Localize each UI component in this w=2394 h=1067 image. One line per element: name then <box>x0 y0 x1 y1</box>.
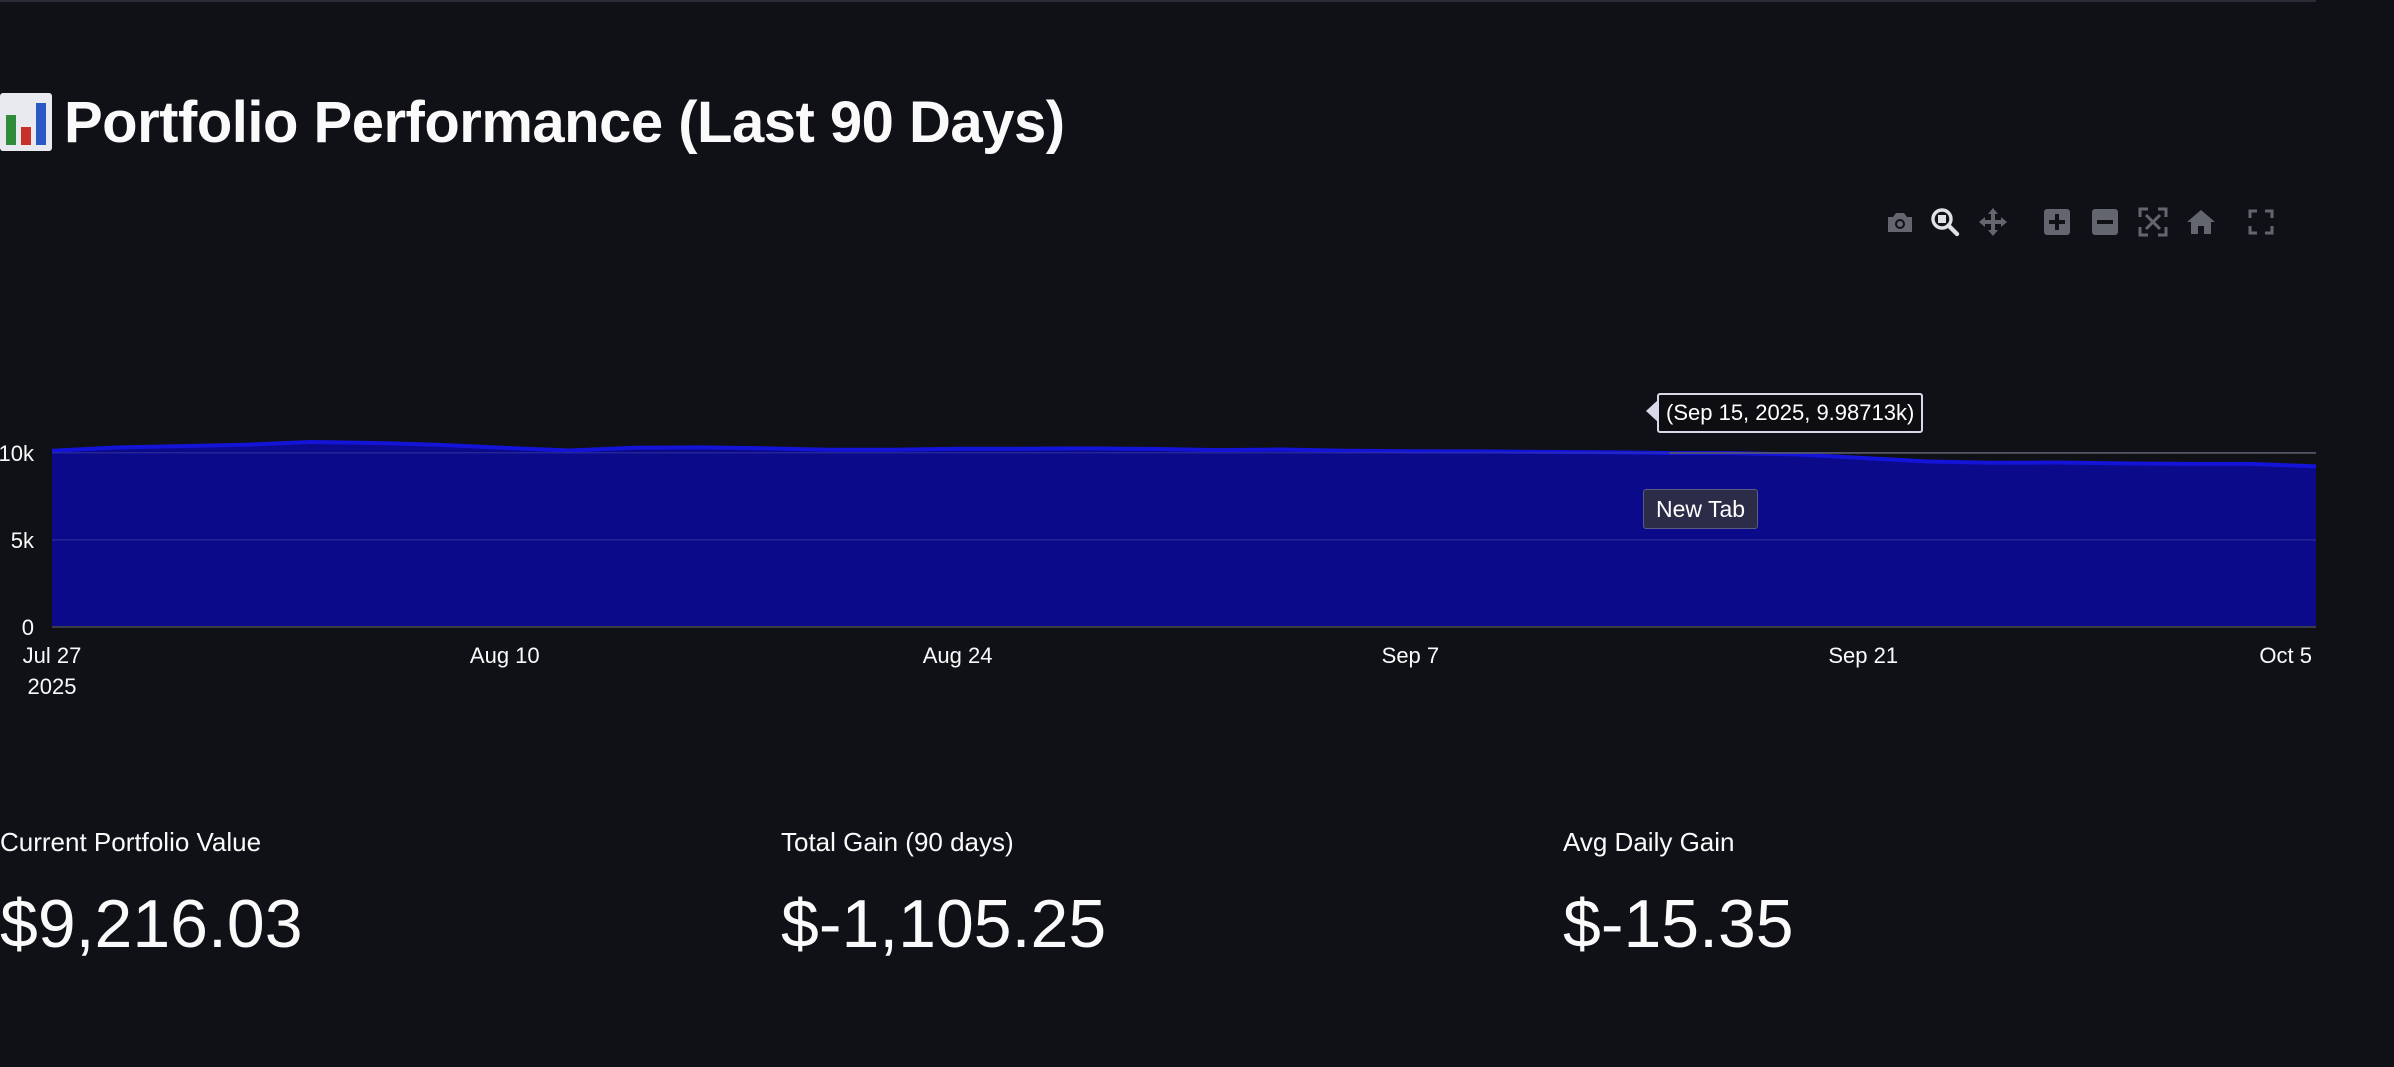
metric-label: Current Portfolio Value <box>0 827 262 857</box>
metric-value: $-1,105.25 <box>781 886 1107 962</box>
hover-tooltip: (Sep 15, 2025, 9.98713k) <box>1657 393 1924 433</box>
y-tick-label: 0 <box>22 615 34 640</box>
chart-modebar <box>1880 200 2300 244</box>
page-title-text: Portfolio Performance (Last 90 Days) <box>64 89 1065 155</box>
camera-icon[interactable] <box>1880 200 1920 244</box>
metric-value: $-15.35 <box>1563 886 1794 962</box>
area-fill <box>52 442 2316 627</box>
pan-icon[interactable] <box>1973 200 2013 244</box>
metric-label: Total Gain (90 days) <box>781 827 1014 857</box>
x-tick-label: Jul 27 <box>23 643 82 668</box>
autoscale-icon[interactable] <box>2133 200 2173 244</box>
x-tick-sublabel: 2025 <box>28 674 77 699</box>
zoom-out-icon[interactable] <box>2085 200 2125 244</box>
x-tick-label: Oct 5 <box>2259 643 2312 668</box>
zoom-icon[interactable] <box>1925 200 1965 244</box>
y-tick-label: 5k <box>11 528 35 553</box>
new-tab-hover-label: New Tab <box>1643 489 1759 529</box>
metric-current-value: Current Portfolio Value $9,216.03 <box>0 822 303 964</box>
bar-chart-icon <box>0 93 52 151</box>
metric-label: Avg Daily Gain <box>1563 827 1735 857</box>
chart-area <box>51 440 2317 627</box>
y-tick-label: 10k <box>0 441 35 466</box>
page-title: Portfolio Performance (Last 90 Days) <box>0 80 1065 164</box>
portfolio-chart[interactable]: 0 5k 10k Jul 27 2025 Aug 10 Aug 24 Sep 7 Sep 21 O… <box>0 360 2320 720</box>
metric-avg-daily-gain: Avg Daily Gain $-15.35 <box>1563 822 1794 964</box>
zoom-in-icon[interactable] <box>2037 200 2077 244</box>
metric-value: $9,216.03 <box>0 886 303 962</box>
home-icon[interactable] <box>2181 200 2221 244</box>
metric-total-gain: Total Gain (90 days) $-1,105.25 <box>781 822 1106 964</box>
fullscreen-icon[interactable] <box>2241 200 2281 244</box>
x-tick-label: Sep 7 <box>1382 643 1440 668</box>
x-tick-label: Sep 21 <box>1828 643 1898 668</box>
x-tick-label: Aug 10 <box>470 643 540 668</box>
x-tick-label: Aug 24 <box>923 643 993 668</box>
top-divider <box>0 0 2316 2</box>
